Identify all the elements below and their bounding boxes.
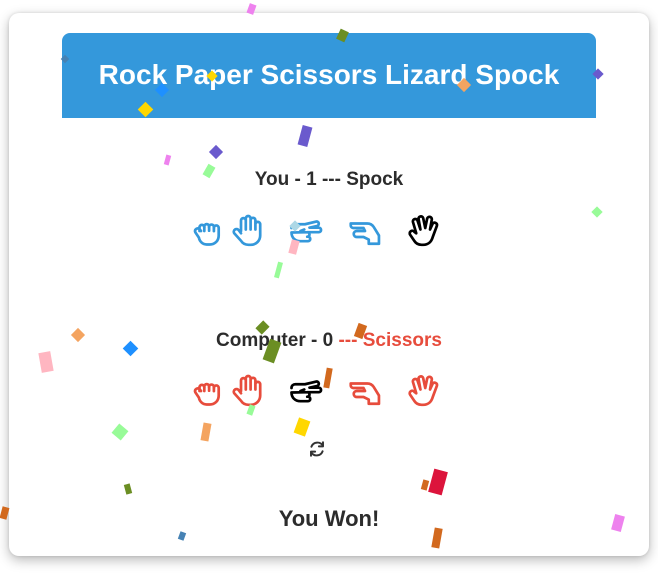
- hand-spock-icon: [408, 375, 439, 407]
- hand-lizard-icon: [349, 382, 381, 406]
- computer-choice-spock[interactable]: [403, 371, 443, 411]
- computer-choice-scissors[interactable]: [285, 371, 325, 411]
- user-choices: [9, 211, 649, 251]
- user-choice-rock[interactable]: [187, 211, 227, 251]
- sync-icon: [310, 441, 324, 457]
- user-choice-lizard[interactable]: [345, 211, 385, 251]
- user-score-line: You - 1 --- Spock: [254, 169, 404, 190]
- user-choice-spock[interactable]: [403, 211, 443, 251]
- game-stage: Rock Paper Scissors Lizard Spock You - 1…: [0, 0, 658, 575]
- computer-choices: [9, 371, 649, 411]
- hand-paper-icon: [232, 374, 262, 407]
- user-choice-scissors[interactable]: [285, 211, 325, 251]
- hand-scissors-icon: [290, 220, 323, 243]
- hand-rock-icon: [193, 222, 221, 246]
- user-score: 1: [306, 169, 317, 190]
- result-text: You Won!: [278, 506, 380, 531]
- user-choice-paper[interactable]: [227, 211, 267, 251]
- user-choice-text: --- Spock: [321, 169, 404, 190]
- user-label: You: [254, 169, 290, 190]
- computer-choice-lizard[interactable]: [345, 371, 385, 411]
- header: Rock Paper Scissors Lizard Spock: [62, 33, 596, 118]
- computer-score: 0: [322, 330, 334, 351]
- reset-button[interactable]: [306, 438, 328, 460]
- game-title: Rock Paper Scissors Lizard Spock: [98, 58, 560, 90]
- hand-paper-icon: [232, 214, 262, 247]
- computer-choice-text: --- Scissors: [338, 330, 442, 351]
- hand-spock-icon: [408, 215, 439, 247]
- game-card: Rock Paper Scissors Lizard Spock You - 1…: [9, 13, 649, 556]
- hand-lizard-icon: [349, 222, 381, 246]
- hand-scissors-icon: [290, 380, 323, 403]
- computer-label: Computer: [216, 330, 306, 351]
- computer-choice-rock[interactable]: [187, 371, 227, 411]
- computer-choice-paper[interactable]: [227, 371, 267, 411]
- computer-score-line: Computer - 0 --- Scissors: [216, 330, 442, 351]
- hand-rock-icon: [193, 382, 221, 406]
